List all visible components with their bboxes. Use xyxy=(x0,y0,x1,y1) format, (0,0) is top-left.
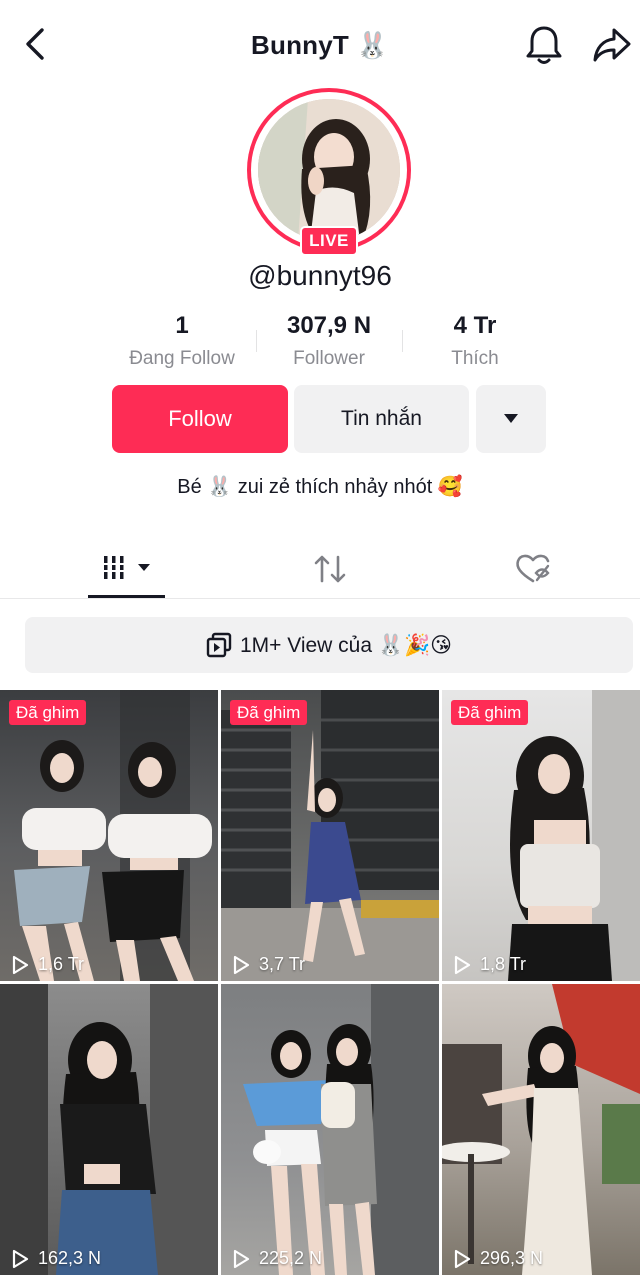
share-arrow-icon xyxy=(593,28,631,62)
tab-liked[interactable] xyxy=(506,545,566,597)
view-count: 296,3 N xyxy=(452,1248,543,1269)
followers-label: Follower xyxy=(293,348,365,369)
video-thumbnail xyxy=(508,690,640,981)
view-count-value: 296,3 N xyxy=(480,1248,544,1268)
play-icon xyxy=(454,955,471,974)
video-tile[interactable]: Đã ghim 3,7 Tr xyxy=(221,690,439,981)
video-thumbnail xyxy=(14,690,212,981)
video-thumbnail xyxy=(0,984,218,1275)
play-icon xyxy=(454,1249,471,1268)
message-button[interactable]: Tin nhắn xyxy=(294,385,469,453)
profile-bio: Bé 🐰 zui zẻ thích nhảy nhót 🥰 xyxy=(177,476,463,498)
likes-stat: 4 Tr Thích xyxy=(420,312,530,370)
playlist-icon xyxy=(206,632,232,658)
video-tile[interactable]: Đã ghim 1,8 Tr xyxy=(442,690,640,981)
tab-videos[interactable] xyxy=(88,545,165,597)
view-count: 3,7 Tr xyxy=(231,954,305,975)
video-thumbnail xyxy=(442,984,640,1275)
avatar-portrait xyxy=(258,99,400,241)
following-label: Đang Follow xyxy=(129,348,235,369)
playlist-button[interactable]: 1M+ View của 🐰🎉😘 xyxy=(25,617,633,673)
stat-divider xyxy=(256,330,257,352)
view-count-value: 1,8 Tr xyxy=(480,954,527,974)
video-tile[interactable]: 162,3 N xyxy=(0,984,218,1275)
view-count-value: 225,2 N xyxy=(259,1248,323,1268)
videos-grid-icon xyxy=(104,556,150,579)
stat-divider xyxy=(402,330,403,352)
play-icon xyxy=(12,955,29,974)
view-count: 162,3 N xyxy=(10,1248,101,1269)
bell-icon xyxy=(526,26,562,64)
notification-button[interactable] xyxy=(524,24,564,66)
tabs-divider xyxy=(0,598,640,599)
video-tile[interactable]: Đã ghim 1,6 Tr xyxy=(0,690,218,981)
following-stat[interactable]: 1 Đang Follow xyxy=(118,312,246,370)
dropdown-caret-icon xyxy=(138,564,150,571)
play-icon xyxy=(233,955,250,974)
view-count-value: 3,7 Tr xyxy=(259,954,306,974)
following-count: 1 xyxy=(175,312,189,339)
pinned-badge: Đã ghim xyxy=(9,700,87,725)
video-thumbnail xyxy=(243,984,439,1275)
likes-label: Thích xyxy=(451,348,499,369)
follow-button[interactable]: Follow xyxy=(112,385,288,453)
view-count: 1,8 Tr xyxy=(452,954,526,975)
top-bar: BunnyT 🐰 xyxy=(0,0,640,90)
video-tile[interactable]: 225,2 N xyxy=(221,984,439,1275)
share-button[interactable] xyxy=(592,26,632,64)
followers-stat[interactable]: 307,9 N Follower xyxy=(268,312,390,370)
repost-icon xyxy=(314,555,346,583)
tab-reposts[interactable] xyxy=(300,545,360,597)
view-count-value: 162,3 N xyxy=(38,1248,102,1268)
play-icon xyxy=(12,1249,29,1268)
more-options-button[interactable] xyxy=(476,385,546,453)
liked-hidden-icon xyxy=(516,554,550,583)
pinned-badge: Đã ghim xyxy=(451,700,529,725)
likes-count: 4 Tr xyxy=(453,312,497,339)
playlist-label: 1M+ View của 🐰🎉😘 xyxy=(239,633,453,657)
followers-count: 307,9 N xyxy=(286,312,372,339)
caret-down-icon xyxy=(504,414,518,423)
username-handle: @bunnyt96 xyxy=(248,260,392,291)
video-tile[interactable]: 296,3 N xyxy=(442,984,640,1275)
play-icon xyxy=(233,1249,250,1268)
view-count: 1,6 Tr xyxy=(10,954,84,975)
video-thumbnail xyxy=(221,690,439,981)
avatar-photo xyxy=(258,99,400,241)
pinned-badge: Đã ghim xyxy=(230,700,308,725)
view-count: 225,2 N xyxy=(231,1248,322,1269)
view-count-value: 1,6 Tr xyxy=(38,954,85,974)
live-badge[interactable]: LIVE xyxy=(300,226,358,256)
